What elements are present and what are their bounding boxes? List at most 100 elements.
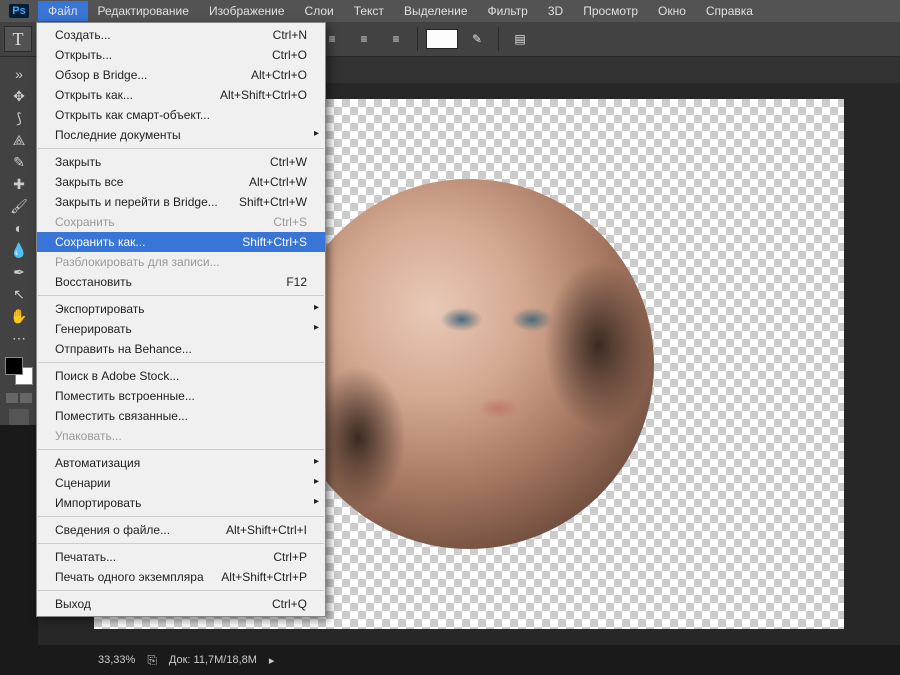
spot-heal-tool[interactable]: ✚ bbox=[8, 174, 30, 194]
menu-item-shortcut: Alt+Shift+Ctrl+O bbox=[220, 88, 307, 102]
color-swatches[interactable] bbox=[5, 357, 33, 385]
menu-item-закрыть-и-перейти-в-bridge-[interactable]: Закрыть и перейти в Bridge...Shift+Ctrl+… bbox=[37, 192, 325, 212]
menu-item-разблокировать-для-записи-: Разблокировать для записи... bbox=[37, 252, 325, 272]
menu-item-shortcut: Ctrl+P bbox=[273, 550, 307, 564]
share-icon[interactable]: ⎘ bbox=[147, 653, 157, 668]
menu-item-label: Обзор в Bridge... bbox=[55, 68, 147, 82]
menu-item-shortcut: Alt+Shift+Ctrl+P bbox=[221, 570, 307, 584]
screenmode-button[interactable] bbox=[9, 409, 29, 425]
menu-item-label: Поиск в Adobe Stock... bbox=[55, 369, 179, 383]
menu-item-label: Открыть как... bbox=[55, 88, 133, 102]
align-right-button[interactable]: ≡ bbox=[383, 27, 409, 51]
lasso-tool[interactable]: ⟆ bbox=[8, 108, 30, 128]
menu-item-сохранить-как-[interactable]: Сохранить как...Shift+Ctrl+S bbox=[37, 232, 325, 252]
menu-item-создать-[interactable]: Создать...Ctrl+N bbox=[37, 25, 325, 45]
status-bar: 33,33% ⎘ Док: 11,7M/18,8M ▸ bbox=[38, 649, 274, 671]
menu-item-label: Сценарии bbox=[55, 476, 110, 490]
menu-view[interactable]: Просмотр bbox=[573, 1, 648, 21]
menu-filter[interactable]: Фильтр bbox=[478, 1, 538, 21]
menu-item-label: Автоматизация bbox=[55, 456, 140, 470]
menu-item-выход[interactable]: ВыходCtrl+Q bbox=[37, 594, 325, 614]
menu-item-label: Открыть... bbox=[55, 48, 112, 62]
menu-item-сведения-о-файле-[interactable]: Сведения о файле... Alt+Shift+Ctrl+I bbox=[37, 520, 325, 540]
gradient-tool[interactable]: ◐ bbox=[8, 218, 30, 238]
status-flyout-icon[interactable]: ▸ bbox=[269, 654, 275, 667]
menu-item-label: Поместить связанные... bbox=[55, 409, 188, 423]
menu-item-label: Экспортировать bbox=[55, 302, 145, 316]
menu-item-сценарии[interactable]: Сценарии bbox=[37, 473, 325, 493]
menu-item-label: Создать... bbox=[55, 28, 111, 42]
menu-3d[interactable]: 3D bbox=[538, 1, 573, 21]
collapse-toolbox-icon[interactable]: » bbox=[8, 64, 30, 84]
document-size-info: Док: 11,7M/18,8M bbox=[169, 654, 257, 666]
menu-file[interactable]: Файл bbox=[38, 1, 88, 21]
file-menu-dropdown: Создать...Ctrl+NОткрыть...Ctrl+OОбзор в … bbox=[36, 22, 326, 617]
menu-item-открыть-как-[interactable]: Открыть как... Alt+Shift+Ctrl+O bbox=[37, 85, 325, 105]
menu-item-печать-одного-экземпляра[interactable]: Печать одного экземпляраAlt+Shift+Ctrl+P bbox=[37, 567, 325, 587]
menu-item-shortcut: Shift+Ctrl+W bbox=[239, 195, 307, 209]
menu-item-label: Выход bbox=[55, 597, 91, 611]
tool-preset-type[interactable]: T bbox=[4, 26, 32, 52]
foreground-color-swatch[interactable] bbox=[5, 357, 23, 375]
more-tools[interactable]: ⋯ bbox=[8, 328, 30, 348]
menu-item-label: Сведения о файле... bbox=[55, 523, 170, 537]
align-center-button[interactable]: ≡ bbox=[351, 27, 377, 51]
menu-item-label: Печатать... bbox=[55, 550, 116, 564]
menu-item-восстановить[interactable]: ВосстановитьF12 bbox=[37, 272, 325, 292]
menu-item-отправить-на-behance-[interactable]: Отправить на Behance... bbox=[37, 339, 325, 359]
menu-item-поместить-встроенные-[interactable]: Поместить встроенные... bbox=[37, 386, 325, 406]
panel-icon: ▤ bbox=[514, 32, 525, 46]
menu-item-shortcut: Shift+Ctrl+S bbox=[242, 235, 307, 249]
zoom-level[interactable]: 33,33% bbox=[98, 654, 135, 666]
move-tool[interactable]: ✥ bbox=[8, 86, 30, 106]
menu-item-label: Отправить на Behance... bbox=[55, 342, 192, 356]
menu-item-генерировать[interactable]: Генерировать bbox=[37, 319, 325, 339]
menu-item-импортировать[interactable]: Импортировать bbox=[37, 493, 325, 513]
menu-item-поместить-связанные-[interactable]: Поместить связанные... bbox=[37, 406, 325, 426]
hand-tool[interactable]: ✋ bbox=[8, 306, 30, 326]
menu-item-открыть-как-смарт-объект-[interactable]: Открыть как смарт-объект... bbox=[37, 105, 325, 125]
pen-tool[interactable]: ✒ bbox=[8, 262, 30, 282]
menu-item-закрыть-все[interactable]: Закрыть всеAlt+Ctrl+W bbox=[37, 172, 325, 192]
menu-item-shortcut: Alt+Shift+Ctrl+I bbox=[226, 523, 307, 537]
warp-text-button[interactable]: ✎ bbox=[464, 27, 490, 51]
menu-item-label: Открыть как смарт-объект... bbox=[55, 108, 210, 122]
menu-edit[interactable]: Редактирование bbox=[88, 1, 199, 21]
brush-tool[interactable]: 🖌 bbox=[8, 196, 30, 216]
menu-item-label: Восстановить bbox=[55, 275, 132, 289]
menu-item-shortcut: Ctrl+S bbox=[273, 215, 307, 229]
text-color-swatch[interactable] bbox=[426, 29, 458, 49]
menu-window[interactable]: Окно bbox=[648, 1, 696, 21]
menu-help[interactable]: Справка bbox=[696, 1, 763, 21]
menu-item-label: Сохранить bbox=[55, 215, 115, 229]
menu-item-сохранить: Сохранить Ctrl+S bbox=[37, 212, 325, 232]
menu-layers[interactable]: Слои bbox=[295, 1, 344, 21]
menu-item-обзор-в-bridge-[interactable]: Обзор в Bridge...Alt+Ctrl+O bbox=[37, 65, 325, 85]
menu-item-автоматизация[interactable]: Автоматизация bbox=[37, 453, 325, 473]
menu-item-последние-документы[interactable]: Последние документы bbox=[37, 125, 325, 145]
crop-tool[interactable]: ⟁ bbox=[8, 130, 30, 150]
quickmask-row bbox=[6, 393, 32, 403]
character-panel-button[interactable]: ▤ bbox=[507, 27, 533, 51]
menu-item-label: Упаковать... bbox=[55, 429, 122, 443]
menu-item-экспортировать[interactable]: Экспортировать bbox=[37, 299, 325, 319]
menu-item-label: Разблокировать для записи... bbox=[55, 255, 220, 269]
menu-item-печатать-[interactable]: Печатать... Ctrl+P bbox=[37, 547, 325, 567]
eyedropper-tool[interactable]: ✎ bbox=[8, 152, 30, 172]
app-logo: Ps bbox=[8, 3, 30, 19]
align-right-icon: ≡ bbox=[392, 32, 399, 46]
separator bbox=[417, 27, 418, 51]
menu-image[interactable]: Изображение bbox=[199, 1, 295, 21]
align-center-icon: ≡ bbox=[360, 32, 367, 46]
menu-text[interactable]: Текст bbox=[344, 1, 394, 21]
type-tool-icon: T bbox=[13, 29, 24, 50]
blur-tool[interactable]: 💧 bbox=[8, 240, 30, 260]
menu-item-label: Импортировать bbox=[55, 496, 141, 510]
path-select-tool[interactable]: ↖ bbox=[8, 284, 30, 304]
menu-select[interactable]: Выделение bbox=[394, 1, 478, 21]
menu-item-shortcut: Ctrl+W bbox=[270, 155, 307, 169]
menu-item-поиск-в-adobe-stock-[interactable]: Поиск в Adobe Stock... bbox=[37, 366, 325, 386]
menu-item-открыть-[interactable]: Открыть...Ctrl+O bbox=[37, 45, 325, 65]
menu-item-закрыть[interactable]: ЗакрытьCtrl+W bbox=[37, 152, 325, 172]
separator bbox=[498, 27, 499, 51]
